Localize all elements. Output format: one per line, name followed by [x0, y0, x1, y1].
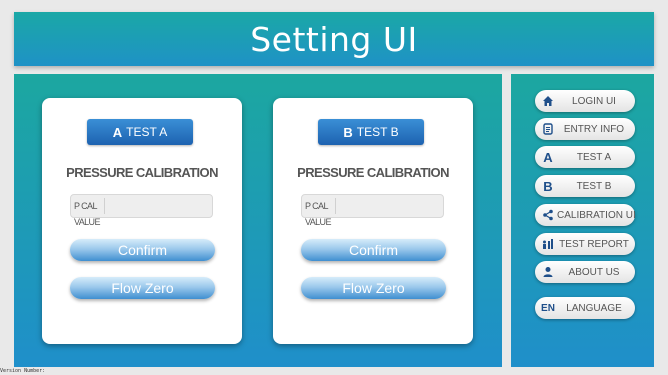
p-cal-value-field: P CAL VALUE: [70, 194, 282, 227]
sidebar-item-label: CALIBRATION UI: [557, 209, 636, 221]
p-cal-value-label: P CAL VALUE: [302, 198, 336, 227]
language-icon: EN: [541, 302, 555, 314]
flow-zero-button[interactable]: Flow Zero: [301, 277, 446, 299]
test-b-letter: B: [343, 124, 353, 140]
sidebar-item-label: ABOUT US: [568, 266, 620, 278]
main-panel: A TEST A PRESSURE CALIBRATION P CAL VALU…: [14, 74, 513, 367]
p-cal-value-label: P CAL VALUE: [71, 198, 105, 227]
sidebar-item-login-ui[interactable]: LOGIN UI: [535, 90, 635, 112]
share-icon: [539, 206, 557, 224]
sidebar-nav: LOGIN UI ENTRY INFO A TEST A B TEST B CA…: [511, 74, 654, 367]
test-a-button[interactable]: A TEST A: [87, 119, 193, 145]
letter-a-icon: A: [543, 149, 553, 165]
test-b-label: TEST B: [356, 125, 399, 139]
sidebar-item-test-a[interactable]: A TEST A: [535, 146, 635, 168]
test-b-card: B TEST B PRESSURE CALIBRATION P CAL VALU…: [273, 98, 513, 344]
sidebar-item-label: TEST B: [576, 180, 612, 192]
sidebar-item-calibration-ui[interactable]: CALIBRATION UI: [535, 204, 636, 226]
letter-b-icon: B: [543, 178, 553, 194]
test-a-label: TEST A: [126, 125, 168, 139]
confirm-button[interactable]: Confirm: [301, 239, 446, 261]
version-number-label: Version Number:: [0, 368, 46, 374]
document-icon: [539, 120, 557, 138]
test-a-card: A TEST A PRESSURE CALIBRATION P CAL VALU…: [42, 98, 282, 344]
sidebar-item-label: TEST REPORT: [559, 238, 629, 250]
sidebar-item-test-report[interactable]: TEST REPORT: [535, 233, 635, 255]
page-title: Setting UI: [250, 19, 418, 59]
confirm-button[interactable]: Confirm: [70, 239, 215, 261]
sidebar-item-language[interactable]: EN LANGUAGE: [535, 297, 635, 319]
user-icon: [539, 263, 557, 281]
sidebar-item-entry-info[interactable]: ENTRY INFO: [535, 118, 635, 140]
sidebar-item-label: ENTRY INFO: [563, 123, 625, 135]
sidebar-item-label: LANGUAGE: [566, 302, 622, 314]
pressure-calibration-title: PRESSURE CALIBRATION: [297, 165, 449, 180]
flow-zero-button[interactable]: Flow Zero: [70, 277, 215, 299]
sidebar-item-label: LOGIN UI: [572, 95, 616, 107]
test-b-button[interactable]: B TEST B: [318, 119, 424, 145]
p-cal-value-input[interactable]: [335, 195, 513, 217]
pressure-calibration-title: PRESSURE CALIBRATION: [66, 165, 218, 180]
sidebar-item-test-b[interactable]: B TEST B: [535, 175, 635, 197]
setting-screen: Setting UI A TEST A PRESSURE CALIBRATION…: [0, 0, 668, 375]
p-cal-value-field: P CAL VALUE: [301, 194, 513, 227]
home-icon: [539, 92, 557, 110]
header-bar: Setting UI: [14, 12, 654, 66]
p-cal-value-input[interactable]: [104, 195, 282, 217]
report-icon: [539, 235, 557, 253]
sidebar-item-about-us[interactable]: ABOUT US: [535, 261, 635, 283]
test-a-letter: A: [112, 124, 123, 140]
sidebar-item-label: TEST A: [576, 151, 612, 163]
